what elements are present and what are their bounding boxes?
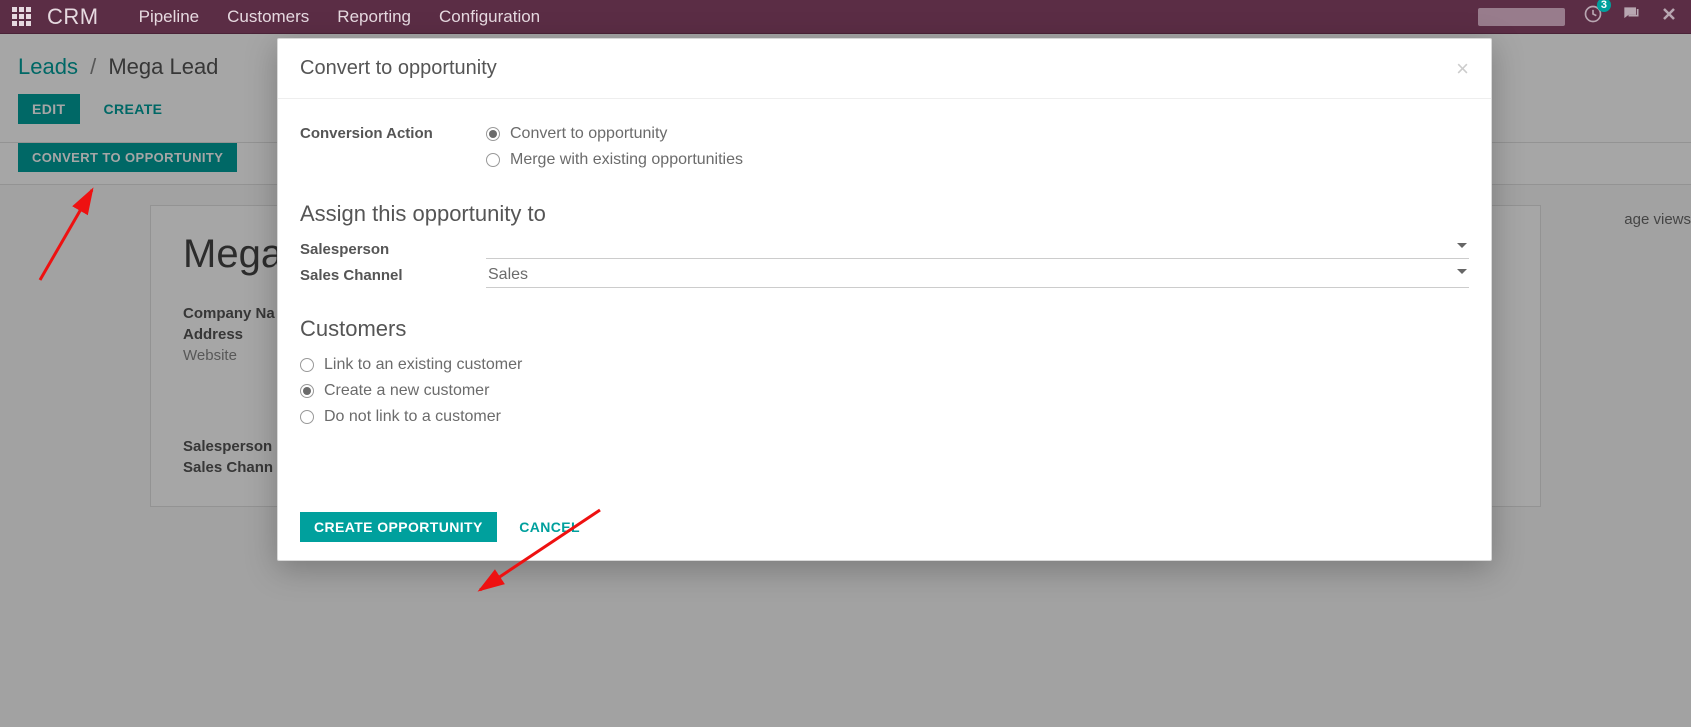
radio-dot-icon xyxy=(486,127,500,141)
radio-dot-icon xyxy=(300,358,314,372)
modal-close-icon[interactable]: × xyxy=(1456,58,1469,80)
create-opportunity-button[interactable]: CREATE OPPORTUNITY xyxy=(300,512,497,542)
customers-heading: Customers xyxy=(300,316,1469,342)
app-brand[interactable]: CRM xyxy=(47,4,99,30)
assign-heading: Assign this opportunity to xyxy=(300,201,1469,227)
discuss-icon[interactable] xyxy=(1621,4,1641,29)
sales-channel-select[interactable]: Sales xyxy=(486,263,1469,288)
radio-convert-to-opportunity[interactable]: Convert to opportunity xyxy=(486,121,1469,147)
radio-create-label: Create a new customer xyxy=(324,382,489,400)
menu-reporting[interactable]: Reporting xyxy=(337,7,411,27)
radio-convert-label: Convert to opportunity xyxy=(510,125,667,143)
modal-title: Convert to opportunity xyxy=(300,57,497,80)
radio-create-new-customer[interactable]: Create a new customer xyxy=(300,378,1469,404)
menu-pipeline[interactable]: Pipeline xyxy=(139,7,200,27)
top-menu: Pipeline Customers Reporting Configurati… xyxy=(139,7,541,27)
radio-nolink-label: Do not link to a customer xyxy=(324,408,501,426)
search-input[interactable] xyxy=(1478,8,1565,26)
top-navbar: CRM Pipeline Customers Reporting Configu… xyxy=(0,0,1691,34)
conversion-action-label: Conversion Action xyxy=(300,121,486,173)
radio-link-existing-customer[interactable]: Link to an existing customer xyxy=(300,352,1469,378)
cancel-button[interactable]: CANCEL xyxy=(513,512,586,542)
menu-configuration[interactable]: Configuration xyxy=(439,7,540,27)
radio-merge-existing[interactable]: Merge with existing opportunities xyxy=(486,147,1469,173)
salesperson-label: Salesperson xyxy=(300,237,486,259)
radio-dot-icon xyxy=(300,384,314,398)
radio-merge-label: Merge with existing opportunities xyxy=(510,151,743,169)
salesperson-select[interactable] xyxy=(486,237,1469,259)
radio-dot-icon xyxy=(300,410,314,424)
debug-icon[interactable] xyxy=(1659,4,1679,29)
menu-customers[interactable]: Customers xyxy=(227,7,309,27)
apps-icon[interactable] xyxy=(12,7,31,26)
activities-icon[interactable]: 3 xyxy=(1583,4,1603,29)
radio-no-link-customer[interactable]: Do not link to a customer xyxy=(300,404,1469,430)
radio-link-label: Link to an existing customer xyxy=(324,356,522,374)
radio-dot-icon xyxy=(486,153,500,167)
convert-modal: Convert to opportunity × Conversion Acti… xyxy=(277,38,1492,561)
activity-count-badge: 3 xyxy=(1597,0,1611,12)
sales-channel-label: Sales Channel xyxy=(300,263,486,288)
